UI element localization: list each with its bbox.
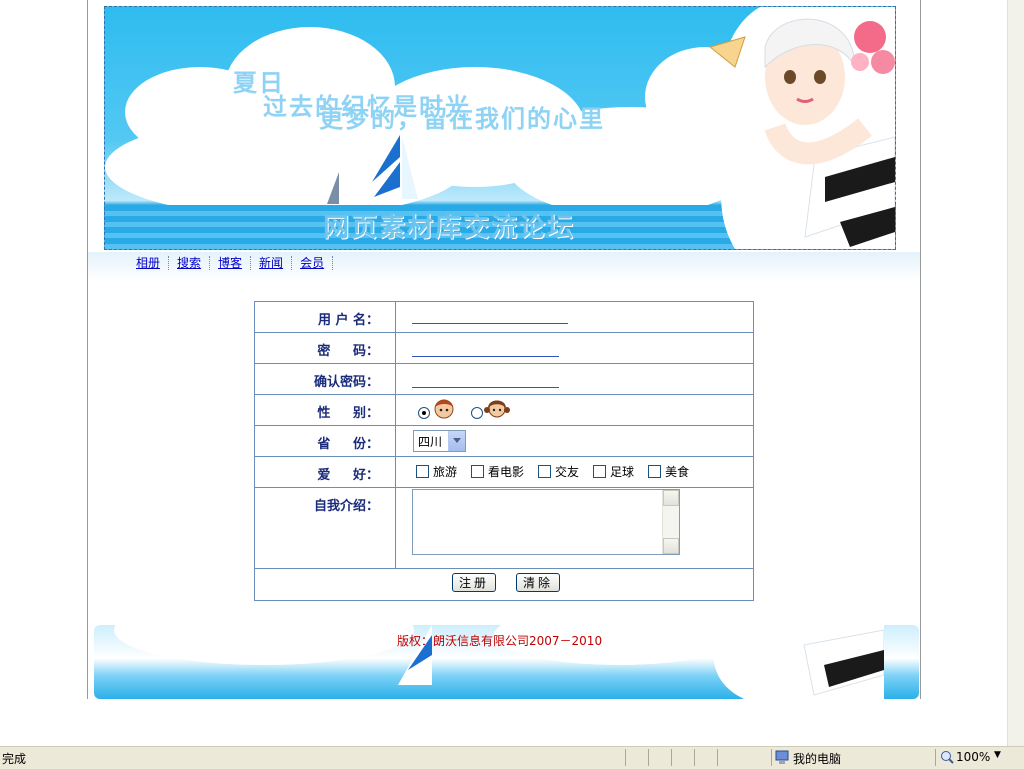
hobby-travel-checkbox[interactable]: 旅游 bbox=[416, 463, 457, 480]
intro-row: 自我介绍： bbox=[255, 488, 753, 569]
female-radio[interactable] bbox=[471, 407, 483, 419]
copyright-text: 版权：朗沃信息有限公司2007－2010 bbox=[397, 634, 603, 648]
nav-album-link[interactable]: 相册 bbox=[136, 256, 170, 270]
confirm-password-input[interactable] bbox=[412, 386, 559, 388]
small-sail-icon bbox=[327, 172, 339, 204]
banner-title-line3: 更梦的，留在我们的心里 bbox=[319, 105, 605, 133]
buttons-row: 注册 清除 bbox=[255, 569, 753, 600]
password-input[interactable] bbox=[412, 355, 559, 357]
header-banner: 夏日 过去的纪忆是时光 更梦的，留在我们的心里 网页素材库交流论坛 bbox=[104, 6, 896, 250]
gender-row: 性 别： bbox=[255, 395, 753, 426]
nav-news-link[interactable]: 新闻 bbox=[259, 256, 293, 270]
zoom-dropdown-icon[interactable]: ▼ bbox=[994, 750, 1001, 760]
confirm-password-label: 确认密码： bbox=[313, 375, 379, 390]
status-text: 完成 bbox=[2, 752, 27, 766]
nav-member-link[interactable]: 会员 bbox=[300, 256, 334, 270]
sailboat-icon bbox=[362, 127, 418, 202]
nav-bar: 相册 搜索 博客 新闻 会员 bbox=[88, 252, 920, 282]
footer-girl-illustration bbox=[713, 625, 884, 699]
hobby-football-checkbox[interactable]: 足球 bbox=[593, 463, 634, 480]
username-row: 用 户 名： bbox=[255, 302, 753, 333]
username-input[interactable] bbox=[412, 322, 568, 324]
male-radio[interactable] bbox=[418, 407, 430, 419]
zoom-icon bbox=[941, 751, 954, 764]
password-label: 密 码： bbox=[317, 344, 379, 359]
boy-avatar-icon bbox=[434, 399, 454, 419]
textarea-scrollbar[interactable] bbox=[662, 490, 679, 554]
gender-label: 性 别： bbox=[317, 406, 379, 421]
chevron-down-icon[interactable] bbox=[448, 431, 465, 451]
province-label: 省 份： bbox=[317, 437, 379, 452]
main-nav: 相册 搜索 博客 新闻 会员 bbox=[136, 256, 341, 270]
page-container: 夏日 过去的纪忆是时光 更梦的，留在我们的心里 网页素材库交流论坛 相册 搜索 … bbox=[87, 0, 921, 699]
confirm-row: 确认密码： bbox=[255, 364, 753, 395]
province-select[interactable]: 四川 bbox=[413, 430, 466, 452]
girl-avatar-icon bbox=[484, 400, 510, 418]
scroll-up-icon[interactable] bbox=[663, 490, 679, 506]
browser-status-bar: 完成 我的电脑 100% ▼ bbox=[0, 746, 1024, 769]
hobby-movie-checkbox[interactable]: 看电影 bbox=[471, 463, 524, 480]
hobby-food-checkbox[interactable]: 美食 bbox=[648, 463, 689, 480]
window-scrollbar[interactable] bbox=[1007, 0, 1024, 746]
register-button[interactable]: 注册 bbox=[452, 573, 497, 592]
province-value: 四川 bbox=[418, 435, 443, 449]
hobby-friends-checkbox[interactable]: 交友 bbox=[538, 463, 579, 480]
footer-banner: 版权：朗沃信息有限公司2007－2010 bbox=[94, 625, 919, 699]
clear-button[interactable]: 清除 bbox=[516, 573, 561, 592]
username-label: 用 户 名： bbox=[317, 313, 379, 328]
hobby-options: 旅游 看电影 交友 足球 美食 bbox=[416, 463, 703, 480]
security-zone-text: 我的电脑 bbox=[793, 752, 842, 766]
nav-blog-link[interactable]: 博客 bbox=[218, 256, 252, 270]
scroll-down-icon[interactable] bbox=[663, 538, 679, 554]
password-row: 密 码： bbox=[255, 333, 753, 364]
computer-icon bbox=[775, 750, 789, 764]
intro-textarea[interactable] bbox=[412, 489, 680, 555]
nav-search-link[interactable]: 搜索 bbox=[177, 256, 211, 270]
registration-form: 用 户 名： 密 码： 确认密码： 性 别： 省 份： 四川 爱 好： 旅游 看… bbox=[254, 301, 754, 601]
hobby-label: 爱 好： bbox=[317, 468, 379, 483]
intro-label: 自我介绍： bbox=[313, 499, 379, 514]
zoom-level[interactable]: 100% bbox=[956, 750, 990, 764]
province-row: 省 份： 四川 bbox=[255, 426, 753, 457]
banner-forum-title: 网页素材库交流论坛 bbox=[323, 213, 576, 243]
hobby-row: 爱 好： 旅游 看电影 交友 足球 美食 bbox=[255, 457, 753, 488]
girl-illustration bbox=[708, 7, 895, 249]
